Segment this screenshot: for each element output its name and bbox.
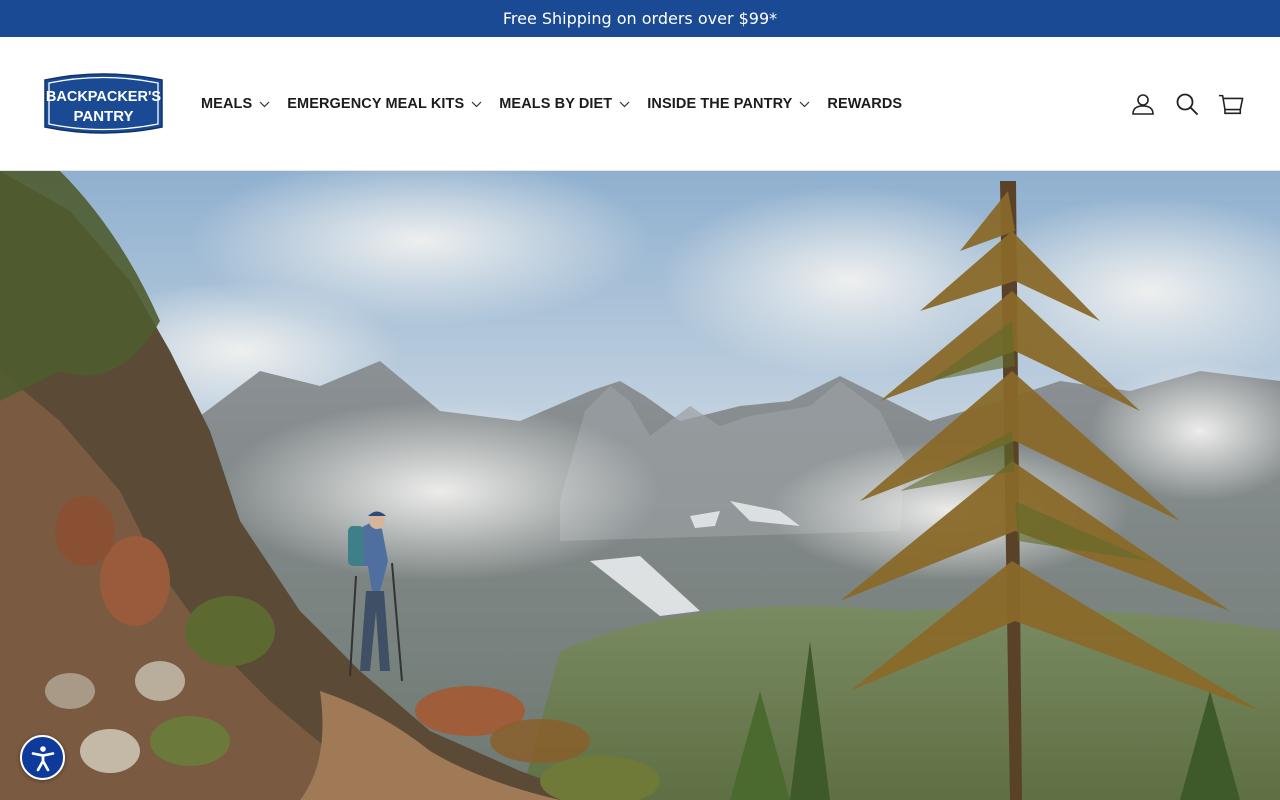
header-icons bbox=[1130, 37, 1244, 171]
nav-label: REWARDS bbox=[827, 96, 903, 112]
nav-item-inside-the-pantry[interactable]: INSIDE THE PANTRY bbox=[647, 96, 810, 112]
nav-item-meals-by-diet[interactable]: MEALS BY DIET bbox=[499, 96, 630, 112]
chevron-down-icon bbox=[471, 101, 482, 107]
announcement-bar: Free Shipping on orders over $99* bbox=[0, 0, 1280, 37]
nav-item-rewards[interactable]: REWARDS bbox=[827, 96, 902, 112]
cart-icon[interactable] bbox=[1218, 91, 1244, 117]
logo[interactable]: BACKPACKER'S PANTRY bbox=[41, 71, 166, 136]
logo-line2: PANTRY bbox=[74, 108, 134, 125]
accessibility-icon bbox=[31, 745, 54, 771]
nav-item-meals[interactable]: MEALS bbox=[201, 96, 270, 112]
logo-line1: BACKPACKER'S bbox=[46, 89, 161, 105]
accessibility-button[interactable] bbox=[20, 735, 65, 780]
nav-label: MEALS bbox=[201, 96, 253, 112]
chevron-down-icon bbox=[619, 101, 630, 107]
nav-item-emergency-meal-kits[interactable]: EMERGENCY MEAL KITS bbox=[287, 96, 482, 112]
main-nav: MEALS EMERGENCY MEAL KITS MEALS BY DIET … bbox=[201, 37, 919, 171]
site-header: BACKPACKER'S PANTRY MEALS EMERGENCY MEAL… bbox=[0, 37, 1280, 171]
nav-label: MEALS BY DIET bbox=[499, 96, 613, 112]
announcement-text: Free Shipping on orders over $99* bbox=[502, 9, 778, 28]
search-icon[interactable] bbox=[1174, 91, 1200, 117]
chevron-down-icon bbox=[799, 101, 810, 107]
nav-label: INSIDE THE PANTRY bbox=[647, 96, 793, 112]
nav-label: EMERGENCY MEAL KITS bbox=[287, 96, 465, 112]
chevron-down-icon bbox=[259, 101, 270, 107]
account-icon[interactable] bbox=[1130, 91, 1156, 117]
hero-image bbox=[0, 171, 1280, 800]
